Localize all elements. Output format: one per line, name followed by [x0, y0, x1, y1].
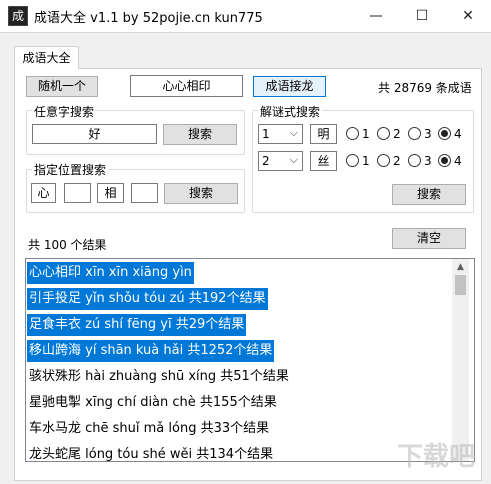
list-item[interactable]: 移山跨海 yí shān kuà hǎi 共1252个结果: [27, 340, 275, 362]
radio-1[interactable]: [346, 154, 359, 167]
clear-button[interactable]: 清空: [392, 228, 466, 249]
riddle-char-input-2[interactable]: 丝: [310, 151, 337, 171]
radio-label: 1: [362, 154, 370, 168]
radio-3[interactable]: [408, 127, 421, 140]
position-slot-3[interactable]: 相: [97, 183, 124, 203]
app-icon: 成: [8, 6, 28, 26]
list-item[interactable]: 星驰电掣 xīng chí diàn chè 共155个结果: [27, 392, 279, 414]
position-slot-4[interactable]: [131, 183, 158, 203]
radio-label: 4: [454, 127, 462, 141]
radio-1[interactable]: [346, 127, 359, 140]
riddle-group-title: 解谜式搜索: [258, 103, 323, 120]
current-idiom-field[interactable]: 心心相印: [130, 75, 243, 97]
chevron-down-icon: ⌵: [289, 153, 298, 166]
any-char-search-button[interactable]: 搜索: [163, 124, 237, 145]
position-slot-2[interactable]: [64, 183, 91, 203]
list-item[interactable]: 引手投足 yǐn shǒu tóu zú 共192个结果: [27, 288, 268, 310]
idiom-chain-button[interactable]: 成语接龙: [253, 76, 326, 97]
window-title: 成语大全 v1.1 by 52pojie.cn kun775: [34, 11, 263, 26]
list-item[interactable]: 心心相印 xīn xīn xiāng yìn: [27, 262, 194, 284]
riddle-radio-group-2: 1 2 3 4: [346, 154, 471, 170]
riddle-count-value-2: 2: [262, 154, 270, 168]
position-group-title: 指定位置搜索: [32, 161, 109, 178]
any-char-input[interactable]: 好: [32, 124, 157, 144]
radio-label: 3: [424, 154, 432, 168]
chevron-down-icon: ⌵: [289, 126, 298, 139]
riddle-char-input-1[interactable]: 明: [310, 124, 337, 144]
minimize-icon[interactable]: —: [353, 0, 399, 32]
radio-label: 3: [424, 127, 432, 141]
riddle-count-value-1: 1: [262, 127, 270, 141]
riddle-count-select-1[interactable]: 1 ⌵: [258, 124, 303, 144]
list-item[interactable]: 龙头蛇尾 lóng tóu shé wěi 共134个结果: [27, 444, 275, 461]
radio-2[interactable]: [377, 154, 390, 167]
riddle-search-button[interactable]: 搜索: [392, 184, 466, 205]
list-item[interactable]: 车水马龙 chē shuǐ mǎ lóng 共33个结果: [27, 418, 271, 440]
total-count-label: 共 28769 条成语: [378, 81, 472, 95]
results-list[interactable]: 心心相印 xīn xīn xiāng yìn 引手投足 yǐn shǒu tóu …: [25, 258, 475, 462]
radio-label: 4: [454, 154, 462, 168]
list-item[interactable]: 足食丰衣 zú shí fēng yī 共29个结果: [27, 314, 247, 336]
radio-label: 1: [362, 127, 370, 141]
scrollbar-thumb[interactable]: [455, 275, 466, 295]
result-count-label: 共 100 个结果: [28, 238, 107, 252]
radio-3[interactable]: [408, 154, 421, 167]
radio-2[interactable]: [377, 127, 390, 140]
radio-4-selected[interactable]: [438, 154, 451, 167]
riddle-count-select-2[interactable]: 2 ⌵: [258, 151, 303, 171]
maximize-icon[interactable]: ☐: [399, 0, 445, 32]
radio-label: 2: [393, 127, 401, 141]
any-char-group-title: 任意字搜索: [32, 103, 97, 120]
close-icon[interactable]: ✕: [445, 0, 491, 32]
radio-4-selected[interactable]: [438, 127, 451, 140]
watermark-logo: 下载吧: [397, 442, 476, 472]
tab-idioms[interactable]: 成语大全: [14, 46, 79, 69]
position-search-button[interactable]: 搜索: [164, 183, 238, 204]
radio-label: 2: [393, 154, 401, 168]
riddle-radio-group-1: 1 2 3 4: [346, 127, 471, 143]
list-item[interactable]: 骇状殊形 hài zhuàng shū xíng 共51个结果: [27, 366, 291, 388]
scroll-up-icon[interactable]: ▲: [452, 259, 469, 275]
position-slot-1[interactable]: 心: [31, 183, 56, 203]
random-button[interactable]: 随机一个: [26, 76, 98, 97]
